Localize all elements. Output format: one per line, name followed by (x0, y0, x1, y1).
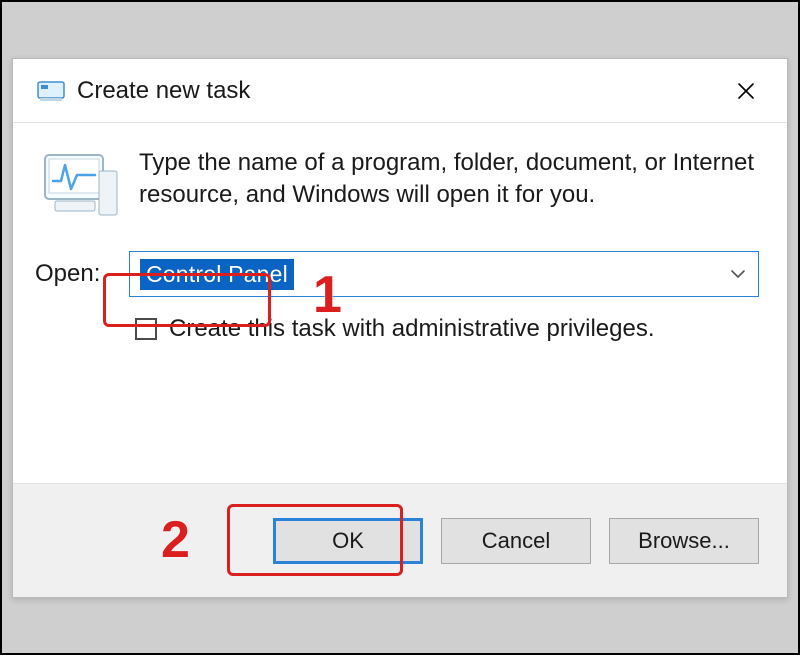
screenshot-stage: Create new task Type (0, 0, 800, 655)
annotation-number-2: 2 (161, 514, 190, 566)
dialog-title: Create new task (77, 77, 723, 105)
ok-button[interactable]: OK (273, 518, 423, 564)
prompt-row: Type the name of a program, folder, docu… (35, 147, 759, 219)
open-row: Open: Control Panel (35, 251, 759, 297)
admin-checkbox-label: Create this task with administrative pri… (169, 315, 655, 343)
admin-checkbox[interactable] (135, 318, 157, 340)
open-combobox[interactable]: Control Panel (129, 251, 759, 297)
pc-activity-icon (41, 151, 121, 219)
dialog-body: Type the name of a program, folder, docu… (13, 123, 787, 483)
create-new-task-dialog: Create new task Type (12, 58, 788, 598)
admin-row: Create this task with administrative pri… (35, 315, 759, 343)
close-icon (737, 82, 755, 100)
run-dialog-icon (37, 79, 65, 103)
open-input-value: Control Panel (140, 259, 294, 290)
cancel-button[interactable]: Cancel (441, 518, 591, 564)
close-button[interactable] (723, 68, 769, 114)
open-label: Open: (35, 260, 109, 288)
browse-button[interactable]: Browse... (609, 518, 759, 564)
prompt-text: Type the name of a program, folder, docu… (139, 147, 759, 212)
chevron-down-icon (730, 266, 746, 282)
dialog-footer: 2 OK Cancel Browse... (13, 483, 787, 597)
title-bar: Create new task (13, 59, 787, 123)
